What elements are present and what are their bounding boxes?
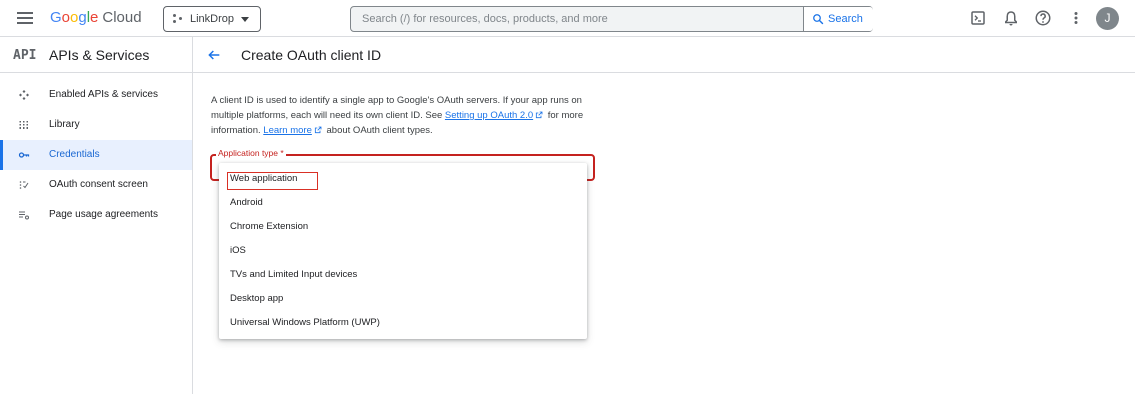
project-selector-button[interactable]: LinkDrop [163,6,261,32]
search-icon [813,14,824,25]
sidebar-item-library[interactable]: Library [0,110,192,140]
sidebar: API APIs & Services Enabled APIs & servi… [0,37,193,394]
bell-icon[interactable] [1002,9,1020,27]
page-title: Create OAuth client ID [241,47,382,63]
caret-down-icon [241,17,249,22]
api-logo: API [13,48,37,63]
option-ios[interactable]: iOS [219,238,587,262]
option-chrome-extension[interactable]: Chrome Extension [219,214,587,238]
google-cloud-logo[interactable]: Google Cloud [50,9,142,27]
key-icon [18,152,30,158]
terminal-icon[interactable] [969,9,987,27]
help-icon[interactable] [1034,9,1052,27]
option-uwp[interactable]: Universal Windows Platform (UWP) [219,310,587,334]
hamburger-menu-icon[interactable] [17,11,33,25]
sidebar-header: API APIs & Services [0,37,192,73]
top-bar: GoogleCloud LinkDrop Search J [0,0,1135,37]
search-button-label: Search [828,13,863,25]
sidebar-item-label: Page usage agreements [49,209,158,220]
setting-up-oauth-link[interactable]: Setting up OAuth 2.0 [445,110,533,121]
sidebar-item-credentials[interactable]: Credentials [0,140,192,170]
sidebar-item-label: Enabled APIs & services [49,89,158,100]
search-bar: Search [350,6,873,32]
back-arrow-icon[interactable] [206,47,222,63]
settings-list-icon [19,211,29,220]
application-type-label: Application type * [216,148,286,158]
application-type-dropdown: Web application Android Chrome Extension… [219,163,587,339]
external-link-icon [314,126,322,134]
more-vert-icon[interactable] [1067,9,1085,27]
project-icon [173,14,183,24]
consent-icon [19,181,29,189]
sidebar-item-label: Library [49,119,80,130]
option-desktop-app[interactable]: Desktop app [219,286,587,310]
project-name: LinkDrop [190,13,235,25]
description-text: A client ID is used to identify a single… [211,95,584,136]
search-button[interactable]: Search [803,7,873,31]
option-web-application[interactable]: Web application [219,166,587,190]
sidebar-item-oauth-consent[interactable]: OAuth consent screen [0,170,192,200]
sidebar-item-label: OAuth consent screen [49,179,148,190]
search-input[interactable] [351,7,803,31]
library-icon [19,121,28,129]
avatar[interactable]: J [1096,7,1119,30]
external-link-icon [536,111,543,119]
sidebar-item-page-usage[interactable]: Page usage agreements [0,200,192,230]
learn-more-link[interactable]: Learn more [263,125,312,136]
option-tvs-limited-input[interactable]: TVs and Limited Input devices [219,262,587,286]
option-android[interactable]: Android [219,190,587,214]
page-header: Create OAuth client ID [193,37,1135,73]
sidebar-item-enabled-apis[interactable]: Enabled APIs & services [0,80,192,110]
sidebar-title: APIs & Services [49,47,150,63]
sidebar-item-label: Credentials [49,149,100,160]
enabled-apis-icon [19,90,29,100]
